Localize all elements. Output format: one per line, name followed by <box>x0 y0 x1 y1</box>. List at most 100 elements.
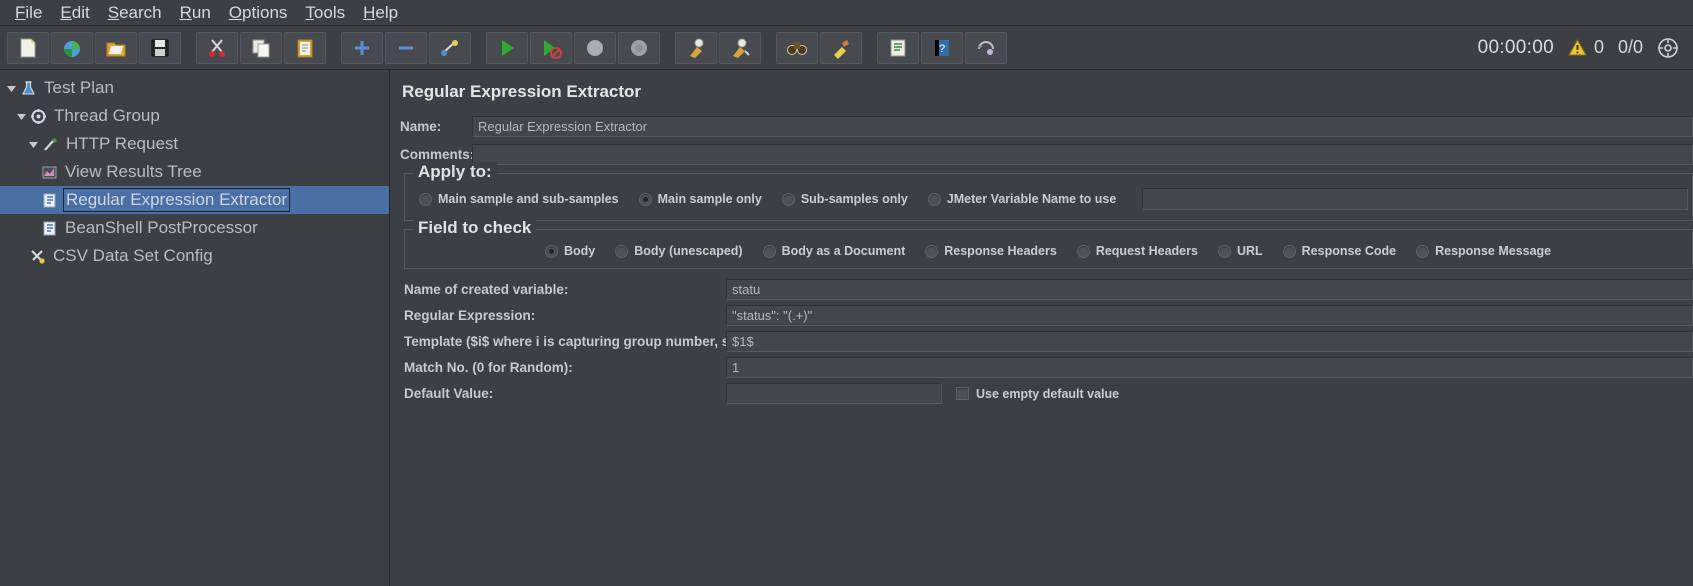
undo-icon <box>978 40 994 55</box>
field-request-headers[interactable]: Request Headers <box>1076 244 1198 258</box>
created-variable-input[interactable] <box>726 279 1693 300</box>
field-response-headers[interactable]: Response Headers <box>925 244 1057 258</box>
menu-options[interactable]: Options <box>220 1 297 25</box>
name-input[interactable] <box>472 116 1693 137</box>
reset-search-button[interactable] <box>820 31 862 64</box>
start-button[interactable] <box>486 31 528 64</box>
created-variable-row: Name of created variable: <box>404 279 1693 300</box>
radio-dot[interactable] <box>419 192 432 206</box>
radio-dot[interactable] <box>638 192 652 206</box>
start-no-pauses-button[interactable] <box>530 31 572 64</box>
radio-dot[interactable] <box>927 192 941 206</box>
radio-dot[interactable] <box>762 244 776 258</box>
thread-gear-icon[interactable] <box>1657 37 1679 59</box>
menu-help-mnemonic: H <box>363 2 376 22</box>
regular-expression-input[interactable] <box>726 305 1693 326</box>
menu-edit[interactable]: Edit <box>51 1 98 25</box>
tree-node-beanshell-postprocessor[interactable]: BeanShell PostProcessor <box>0 214 389 242</box>
templates-button[interactable] <box>51 31 93 64</box>
radio-dot[interactable] <box>615 244 629 258</box>
help-button[interactable]: ? <box>921 31 963 64</box>
menu-run[interactable]: Run <box>171 1 220 25</box>
radio-dot[interactable] <box>1282 244 1296 258</box>
field-body-as-document[interactable]: Body as a Document <box>762 244 905 258</box>
save-button[interactable] <box>139 31 181 64</box>
binoculars-icon <box>787 41 807 55</box>
menu-tools-mnemonic: T <box>305 2 314 22</box>
radio-dot[interactable] <box>925 244 939 258</box>
thread-group-gear-icon <box>29 108 48 125</box>
expand-triangle-icon[interactable] <box>14 111 29 122</box>
toolbar-status: 00:00:00 0 0/0 <box>1478 37 1687 59</box>
menu-bar: File Edit Search Run Options Tools Help <box>0 0 1693 26</box>
clear-all-button[interactable] <box>719 31 761 64</box>
search-button[interactable] <box>776 31 818 64</box>
match-number-input[interactable] <box>726 357 1693 378</box>
menu-file[interactable]: File <box>6 1 51 25</box>
jmeter-variable-input[interactable] <box>1142 188 1688 210</box>
collapse-all-button[interactable] <box>385 31 427 64</box>
template-row: Template ($i$ where i is capturing group… <box>404 331 1693 352</box>
paste-button[interactable] <box>284 31 326 64</box>
undo-redo-button[interactable] <box>965 31 1007 64</box>
apply-to-main-only[interactable]: Main sample only <box>638 192 762 206</box>
radio-dot[interactable] <box>1076 244 1090 258</box>
tree-node-thread-group[interactable]: Thread Group <box>0 102 389 130</box>
view-results-tree-icon <box>40 164 59 181</box>
apply-to-sub-only[interactable]: Sub-samples only <box>781 192 908 206</box>
clear-button[interactable] <box>675 31 717 64</box>
expand-triangle-icon[interactable] <box>26 139 41 150</box>
field-response-code[interactable]: Response Code <box>1282 244 1396 258</box>
name-label: Name: <box>400 119 442 134</box>
svg-text:?: ? <box>939 43 945 55</box>
apply-to-main-and-sub[interactable]: Main sample and sub-samples <box>419 192 619 206</box>
radio-label: JMeter Variable Name to use <box>946 192 1117 206</box>
radio-label: Sub-samples only <box>800 192 908 206</box>
comments-input[interactable] <box>472 144 1693 165</box>
expand-triangle-icon[interactable] <box>4 83 19 94</box>
match-number-label: Match No. (0 for Random): <box>404 360 573 375</box>
toggle-button[interactable] <box>429 31 471 64</box>
test-plan-tree[interactable]: Test Plan Thread Group HTTP Request View… <box>0 70 390 586</box>
save-disk-icon <box>151 39 169 56</box>
checkbox-box[interactable] <box>956 387 969 400</box>
tree-node-http-request[interactable]: HTTP Request <box>0 130 389 158</box>
open-button[interactable] <box>95 31 137 64</box>
new-button[interactable] <box>7 31 49 64</box>
tree-node-csv-data-set-config[interactable]: CSV Data Set Config <box>0 242 389 270</box>
menu-options-rest: ptions <box>242 2 288 22</box>
template-input[interactable] <box>726 331 1693 352</box>
expand-all-button[interactable] <box>341 31 383 64</box>
tree-node-test-plan[interactable]: Test Plan <box>0 74 389 102</box>
copy-button[interactable] <box>240 31 282 64</box>
tree-node-regular-expression-extractor[interactable]: Regular Expression Extractor <box>0 186 389 214</box>
radio-dot[interactable] <box>1217 244 1231 258</box>
tree-node-view-results-tree[interactable]: View Results Tree <box>0 158 389 186</box>
play-no-pause-icon <box>544 39 562 59</box>
menu-tools[interactable]: Tools <box>296 1 354 25</box>
cut-button[interactable] <box>196 31 238 64</box>
default-value-input[interactable] <box>726 383 942 404</box>
radio-label: Main sample and sub-samples <box>438 192 619 206</box>
field-url[interactable]: URL <box>1217 244 1263 258</box>
field-body-unescaped[interactable]: Body (unescaped) <box>615 244 743 258</box>
radio-dot[interactable] <box>781 192 795 206</box>
tree-node-label: Thread Group <box>54 106 160 125</box>
radio-dot[interactable] <box>545 244 558 258</box>
menu-help[interactable]: Help <box>354 1 407 25</box>
apply-to-jmeter-variable[interactable]: JMeter Variable Name to use <box>927 192 1117 206</box>
use-empty-default-value-checkbox[interactable]: Use empty default value <box>956 387 1119 401</box>
radio-dot[interactable] <box>1416 244 1430 258</box>
field-body[interactable]: Body <box>545 244 595 258</box>
field-response-message[interactable]: Response Message <box>1416 244 1551 258</box>
stop-button[interactable] <box>574 31 616 64</box>
warning-indicator[interactable]: 0 <box>1568 37 1604 58</box>
function-helper-button[interactable] <box>877 31 919 64</box>
shutdown-button[interactable] <box>618 31 660 64</box>
play-green-icon <box>502 39 514 56</box>
radio-label: Body <box>564 244 596 258</box>
regular-expression-label: Regular Expression: <box>404 308 536 323</box>
default-value-row: Default Value: Use empty default value <box>404 383 1693 404</box>
menu-search[interactable]: Search <box>99 1 171 25</box>
apply-to-title: Apply to: <box>413 162 497 182</box>
